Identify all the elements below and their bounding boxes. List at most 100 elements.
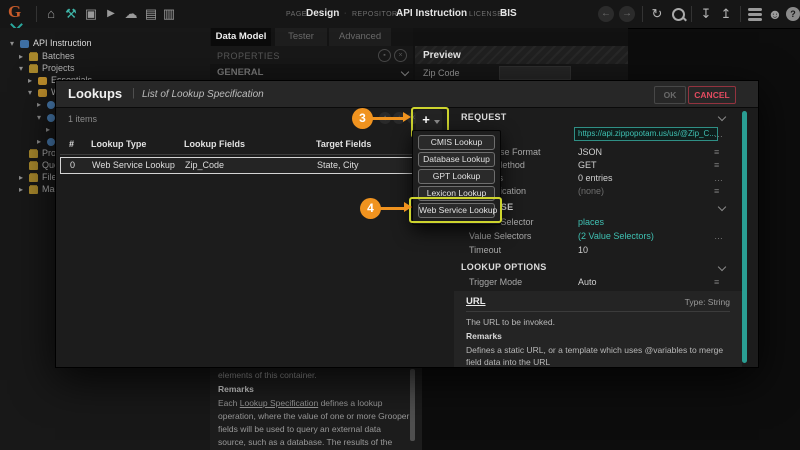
prop-value-record-selector[interactable]: places bbox=[578, 217, 604, 227]
prop-value-trigger-mode[interactable]: Auto bbox=[578, 277, 597, 287]
prop-value-timeout[interactable]: 10 bbox=[578, 245, 588, 255]
dialog-title-bar[interactable]: Lookups | List of Lookup Specification O… bbox=[56, 81, 758, 108]
tab-data-model[interactable]: Data Model bbox=[211, 28, 271, 46]
url-value-field[interactable]: https://api.zippopotam.us/us/@Zip_C... bbox=[574, 127, 718, 141]
prop-value-response-format[interactable]: JSON bbox=[578, 147, 602, 157]
chevron-right-icon[interactable]: ▸ bbox=[37, 100, 41, 110]
repository-value[interactable]: API Instruction bbox=[396, 8, 467, 19]
zip-code-input[interactable] bbox=[499, 66, 571, 80]
download-icon[interactable]: ↧ bbox=[697, 5, 715, 23]
tree-item-label: Batches bbox=[42, 51, 75, 61]
tab-tester[interactable]: Tester bbox=[275, 28, 327, 46]
lookup-specification-link[interactable]: Lookup Specification bbox=[240, 398, 318, 408]
tree-item-batches[interactable]: ▸ Batches bbox=[0, 51, 210, 63]
prop-label-trigger-mode: Trigger Mode bbox=[469, 277, 522, 287]
scrollbar[interactable] bbox=[410, 369, 415, 441]
chevron-down-icon[interactable]: ▾ bbox=[37, 113, 41, 123]
ellipsis-icon[interactable]: … bbox=[714, 173, 723, 183]
prop-value-value-selectors[interactable]: (2 Value Selectors) bbox=[578, 231, 654, 241]
col-header-lookup-type[interactable]: Lookup Type bbox=[91, 139, 146, 149]
ok-button[interactable]: OK bbox=[654, 86, 686, 104]
project-icon bbox=[38, 77, 47, 85]
remarks-heading: Remarks bbox=[218, 384, 254, 394]
cloud-upload-icon[interactable]: ☁ bbox=[122, 5, 140, 23]
database-icon[interactable] bbox=[748, 8, 762, 11]
item-count: 1 items bbox=[68, 114, 97, 124]
cell-num: 0 bbox=[70, 160, 75, 170]
folder-icon bbox=[29, 53, 38, 61]
divider bbox=[60, 154, 426, 155]
user-icon[interactable]: ☻ bbox=[766, 5, 784, 23]
refresh-icon[interactable]: ↻ bbox=[648, 5, 666, 23]
chevron-down-icon[interactable] bbox=[718, 263, 726, 271]
menu-icon[interactable]: ≡ bbox=[714, 186, 719, 196]
col-header-lookup-fields[interactable]: Lookup Fields bbox=[184, 139, 245, 149]
dialog-title: Lookups bbox=[68, 86, 122, 101]
chevron-down-icon[interactable] bbox=[718, 113, 726, 121]
general-section-label: GENERAL bbox=[217, 67, 263, 78]
table-row-selected[interactable]: 0 Web Service Lookup Zip_Code State, Cit… bbox=[60, 157, 426, 174]
col-header-target-fields[interactable]: Target Fields bbox=[316, 139, 371, 149]
folder-icon bbox=[29, 65, 38, 73]
dot-separator: · bbox=[344, 10, 347, 17]
chevron-right-icon[interactable]: ▸ bbox=[37, 137, 41, 147]
cancel-button[interactable]: CANCEL bbox=[688, 86, 736, 104]
app-window: G ⌂ ⚒ ▣ ▶ ☁ ▤ ▥ PAGE Design · REPOSITORY… bbox=[0, 0, 800, 450]
back-icon[interactable]: ← bbox=[598, 6, 614, 22]
page-value[interactable]: Design bbox=[306, 8, 339, 19]
tab-advanced[interactable]: Advanced bbox=[329, 28, 391, 46]
chevron-down-icon[interactable]: ▾ bbox=[10, 39, 14, 49]
forward-icon[interactable]: → bbox=[619, 6, 635, 22]
help-remarks-heading: Remarks bbox=[466, 331, 502, 341]
chevron-down-icon[interactable]: ▾ bbox=[28, 88, 32, 98]
remarks-text: Each bbox=[218, 398, 240, 408]
col-header-num[interactable]: # bbox=[69, 139, 74, 149]
divider bbox=[466, 311, 730, 312]
lookup-options-section-header[interactable]: LOOKUP OPTIONS bbox=[461, 262, 547, 272]
chevron-right-icon[interactable]: ▸ bbox=[46, 125, 50, 135]
chevron-down-icon[interactable] bbox=[401, 68, 409, 76]
menu-item-cmis-lookup[interactable]: CMIS Lookup bbox=[418, 135, 495, 150]
menu-icon[interactable]: ≡ bbox=[714, 277, 719, 287]
chevron-right-icon[interactable]: ▸ bbox=[19, 185, 23, 195]
divider bbox=[642, 6, 643, 22]
ellipsis-icon[interactable]: … bbox=[714, 129, 723, 139]
description-panel: elements of this container. Remarks Each… bbox=[210, 366, 422, 450]
chevron-right-icon[interactable]: ▸ bbox=[19, 52, 23, 62]
menu-icon[interactable]: ≡ bbox=[714, 147, 719, 157]
scrollbar[interactable] bbox=[742, 111, 747, 363]
tree-item-label: Projects bbox=[42, 63, 75, 73]
help-remarks-body: Defines a static URL, or a template whic… bbox=[466, 344, 734, 367]
help-icon[interactable]: ? bbox=[786, 7, 800, 21]
remarks-body: Each Lookup Specification defines a look… bbox=[218, 397, 410, 450]
search-icon[interactable] bbox=[672, 8, 685, 21]
tree-item-projects[interactable]: ▾ Projects bbox=[0, 63, 210, 75]
menu-item-database-lookup[interactable]: Database Lookup bbox=[418, 152, 495, 167]
model-node-icon bbox=[47, 101, 55, 109]
ellipsis-icon[interactable]: … bbox=[714, 231, 723, 241]
chevron-right-icon[interactable]: ▸ bbox=[28, 76, 32, 86]
callout-arrow bbox=[380, 207, 406, 210]
general-section-header[interactable]: GENERAL bbox=[210, 64, 413, 80]
close-icon[interactable]: × bbox=[394, 49, 407, 62]
request-section-header[interactable]: REQUEST bbox=[461, 112, 507, 122]
save-icon[interactable]: ▪ bbox=[378, 49, 391, 62]
dialog-subtitle: List of Lookup Specification bbox=[142, 89, 264, 100]
tools-icon[interactable]: ⚒ bbox=[62, 5, 80, 23]
menu-icon[interactable]: ≡ bbox=[714, 160, 719, 170]
prop-value-headers[interactable]: 0 entries bbox=[578, 173, 613, 183]
cell-lookup-type: Web Service Lookup bbox=[92, 160, 175, 170]
bar-chart-icon[interactable]: ▥ bbox=[160, 5, 178, 23]
home-icon[interactable]: ⌂ bbox=[42, 5, 60, 23]
chevron-right-icon[interactable]: ▸ bbox=[19, 173, 23, 183]
job-bag-icon[interactable]: ▤ bbox=[142, 5, 160, 23]
prop-value-authentication[interactable]: (none) bbox=[578, 186, 604, 196]
prop-value-http-method[interactable]: GET bbox=[578, 160, 597, 170]
play-box-icon[interactable]: ▶ bbox=[102, 5, 120, 23]
chevron-down-icon[interactable]: ▾ bbox=[19, 64, 23, 74]
chevron-down-icon[interactable] bbox=[718, 203, 726, 211]
tree-item-api-instruction[interactable]: ▾ API Instruction bbox=[0, 38, 210, 50]
menu-item-gpt-lookup[interactable]: GPT Lookup bbox=[418, 169, 495, 184]
archive-box-icon[interactable]: ▣ bbox=[82, 5, 100, 23]
upload-icon[interactable]: ↥ bbox=[717, 5, 735, 23]
